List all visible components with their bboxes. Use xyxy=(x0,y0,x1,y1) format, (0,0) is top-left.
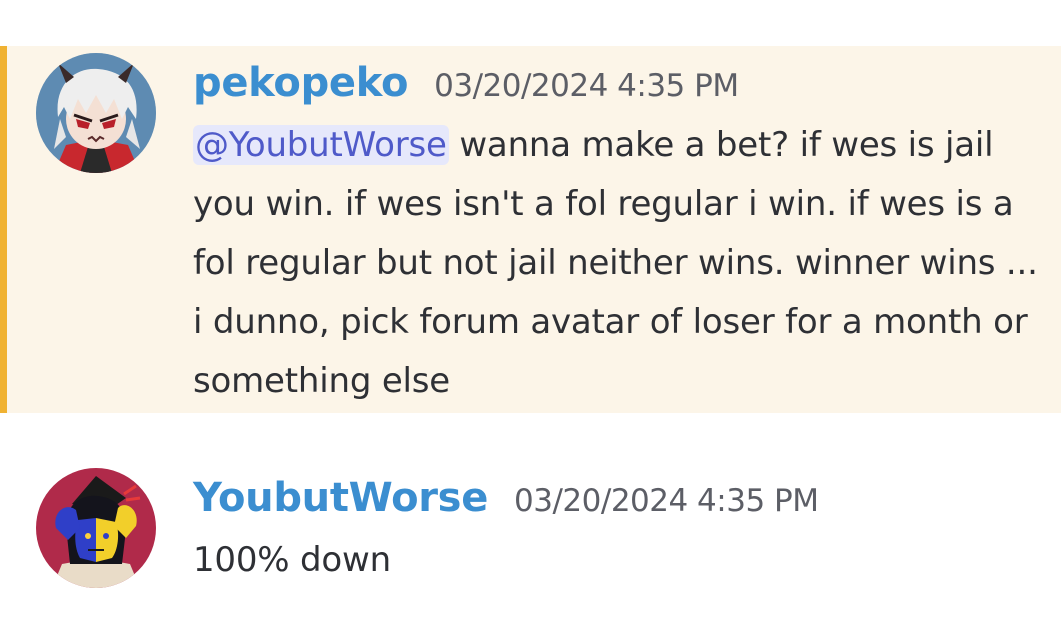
blue-yellow-split-face-avatar-icon xyxy=(36,468,156,588)
user-avatar[interactable] xyxy=(36,53,156,173)
timestamp: 03/20/2024 4:35 PM xyxy=(434,68,739,104)
message-text: wanna make a bet? if wes is jail you win… xyxy=(193,125,1038,401)
message-header: pekopeko 03/20/2024 4:35 PM xyxy=(193,60,739,106)
mention-highlight-bar xyxy=(0,46,7,413)
message-text: 100% down xyxy=(193,540,391,580)
username[interactable]: pekopeko xyxy=(193,60,408,106)
user-avatar[interactable] xyxy=(36,468,156,588)
message-header: YoubutWorse 03/20/2024 4:35 PM xyxy=(193,475,819,521)
user-mention[interactable]: @YoubutWorse xyxy=(193,125,449,165)
timestamp: 03/20/2024 4:35 PM xyxy=(514,483,819,519)
message-item: pekopeko 03/20/2024 4:35 PM @YoubutWorse … xyxy=(0,46,1061,413)
username[interactable]: YoubutWorse xyxy=(193,475,488,521)
message-item: YoubutWorse 03/20/2024 4:35 PM 100% down xyxy=(0,413,1061,623)
message-content: @YoubutWorse wanna make a bet? if wes is… xyxy=(193,116,1053,411)
white-haired-anime-avatar-icon xyxy=(36,53,156,173)
message-content: 100% down xyxy=(193,531,1053,590)
